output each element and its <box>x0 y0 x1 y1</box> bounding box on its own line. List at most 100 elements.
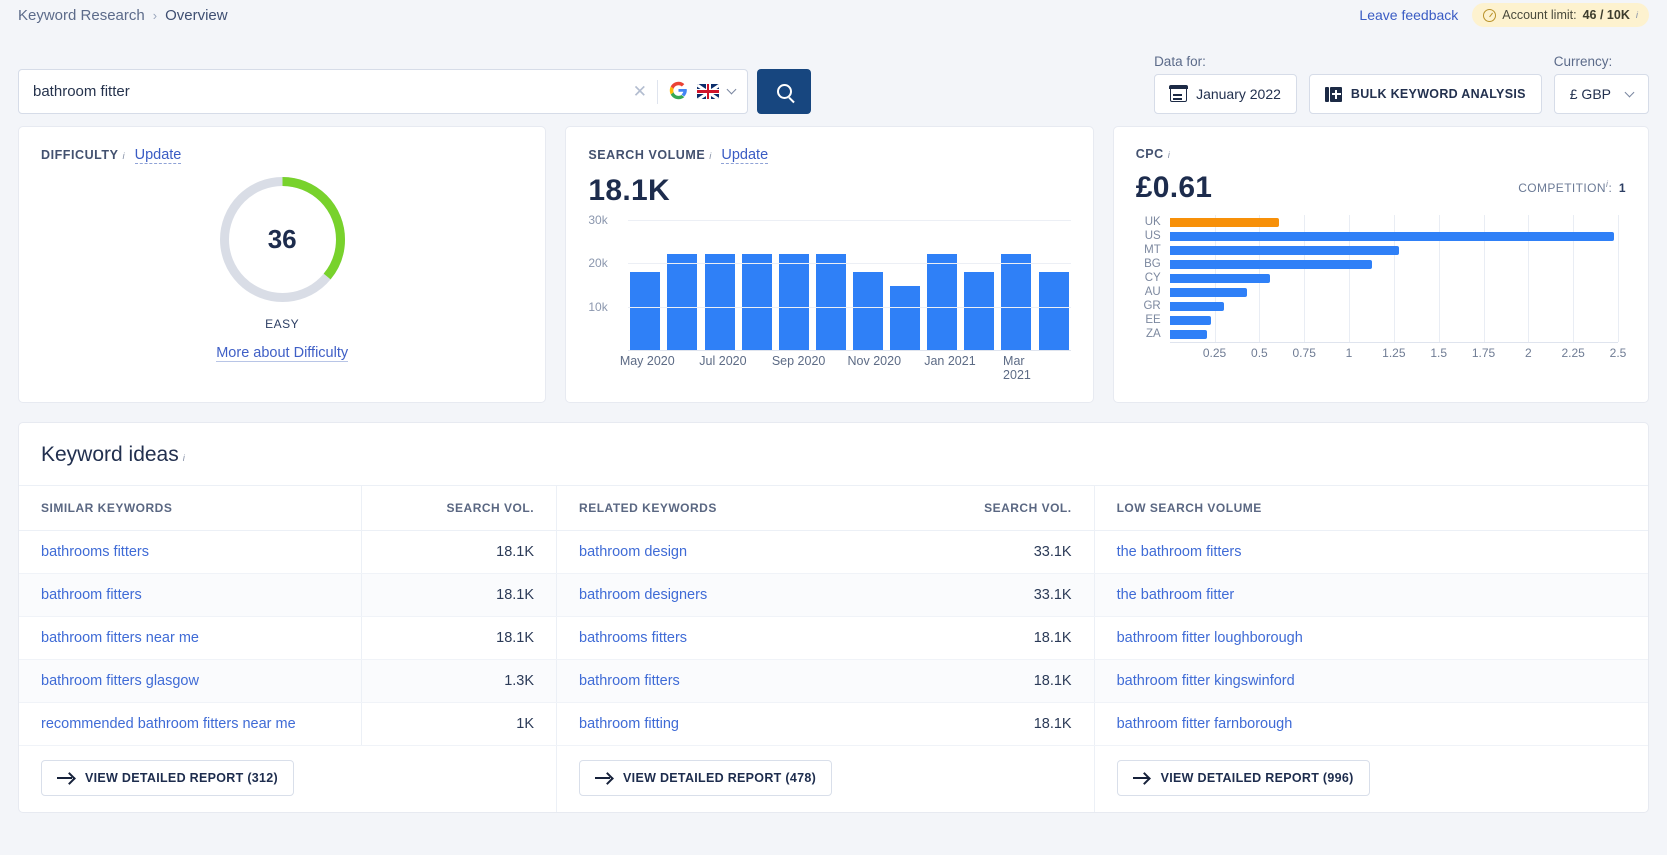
uk-flag-icon[interactable] <box>697 84 719 99</box>
currency-label: Currency: <box>1554 54 1649 69</box>
cpc-country-label: US <box>1136 230 1170 242</box>
info-icon[interactable]: i <box>183 453 185 464</box>
keyword-link-similar[interactable]: recommended bathroom fitters near me <box>41 716 296 732</box>
search-volume-cell-cell: 18.1K <box>899 703 1094 746</box>
currency-value: £ GBP <box>1570 86 1611 102</box>
bar[interactable] <box>630 272 660 350</box>
table-header: SIMILAR KEYWORDS SEARCH VOL. RELATED KEY… <box>19 486 1648 531</box>
cpc-bar-row[interactable]: BG <box>1136 257 1618 271</box>
date-value: January 2022 <box>1196 86 1281 102</box>
keyword-link-similar[interactable]: bathroom fitters <box>41 587 142 603</box>
bar[interactable] <box>816 254 846 350</box>
view-detailed-report-similar-button[interactable]: VIEW DETAILED REPORT (312) <box>41 760 294 796</box>
keyword-link-low[interactable]: bathroom fitter farnborough <box>1117 716 1293 732</box>
chevron-down-icon[interactable] <box>727 85 737 95</box>
info-icon[interactable]: i <box>122 151 124 162</box>
difficulty-title: DIFFICULTY <box>41 148 118 162</box>
col-similar-keywords: SIMILAR KEYWORDS <box>19 486 361 531</box>
cpc-bar-track <box>1170 271 1618 285</box>
bar[interactable] <box>890 286 920 350</box>
info-icon[interactable]: i <box>1168 150 1170 161</box>
keyword-link-low[interactable]: the bathroom fitter <box>1117 587 1235 603</box>
cpc-bar-row[interactable]: EE <box>1136 313 1618 327</box>
x-tick-label: 2.25 <box>1561 346 1584 360</box>
bar[interactable] <box>1039 272 1069 350</box>
search-button[interactable] <box>757 69 811 114</box>
currency-group: Currency: £ GBP <box>1554 54 1649 114</box>
search-volume-plot: 10k20k30k <box>628 220 1070 350</box>
keyword-link-related[interactable]: bathroom design <box>579 544 687 560</box>
bar[interactable] <box>1001 254 1031 350</box>
x-tick-label: Sep 2020 <box>772 354 826 368</box>
x-tick-label: 0.25 <box>1203 346 1226 360</box>
cpc-bar-row[interactable]: AU <box>1136 285 1618 299</box>
bar[interactable] <box>742 254 772 350</box>
difficulty-update-link[interactable]: Update <box>135 147 182 164</box>
cpc-bar-row[interactable]: ZA <box>1136 327 1618 341</box>
search-volume-bars <box>628 220 1070 350</box>
data-for-group: Data for: January 2022 BULK KEYWORD ANAL… <box>1154 54 1542 114</box>
toolbar-right: Data for: January 2022 BULK KEYWORD ANAL… <box>1154 54 1649 114</box>
keyword-ideas-header: Keyword ideas i <box>19 423 1648 485</box>
bar[interactable] <box>667 254 697 350</box>
col-related-keywords: RELATED KEYWORDS <box>557 486 899 531</box>
clear-icon[interactable]: ✕ <box>623 82 657 102</box>
info-icon[interactable]: i <box>709 151 711 162</box>
bar[interactable] <box>927 254 957 350</box>
account-limit-badge[interactable]: Account limit: 46 / 10K i <box>1472 3 1649 27</box>
search-row: ✕ Dat <box>0 30 1667 114</box>
info-icon[interactable]: i <box>1636 10 1638 21</box>
view-detailed-report-low-button[interactable]: VIEW DETAILED REPORT (996) <box>1117 760 1370 796</box>
cpc-bar-row[interactable]: UK <box>1136 215 1618 229</box>
footer-cell-similar: VIEW DETAILED REPORT (312) <box>19 746 557 813</box>
col-low-search-volume: LOW SEARCH VOLUME <box>1094 486 1648 531</box>
x-tick-label: 1 <box>1346 346 1353 360</box>
col-similar-volume: SEARCH VOL. <box>361 486 556 531</box>
view-detailed-report-related-button[interactable]: VIEW DETAILED REPORT (478) <box>579 760 832 796</box>
cpc-bar-row[interactable]: US <box>1136 229 1618 243</box>
bar[interactable] <box>964 272 994 350</box>
breadcrumb-root[interactable]: Keyword Research <box>18 7 145 24</box>
keyword-link-similar[interactable]: bathroom fitters near me <box>41 630 199 646</box>
cpc-bar-track <box>1170 243 1618 257</box>
keyword-link-related[interactable]: bathroom designers <box>579 587 707 603</box>
bar[interactable] <box>853 272 883 350</box>
keyword-link-related[interactable]: bathroom fitting <box>579 716 679 732</box>
difficulty-header: DIFFICULTY i Update <box>41 147 523 164</box>
keyword-link-related[interactable]: bathroom fitters <box>579 673 680 689</box>
cpc-bar-row[interactable]: GR <box>1136 299 1618 313</box>
bar[interactable] <box>705 254 735 350</box>
google-icon[interactable] <box>669 81 688 103</box>
search-box[interactable]: ✕ <box>18 69 748 114</box>
currency-select[interactable]: £ GBP <box>1554 74 1649 114</box>
keyword-link-related[interactable]: bathrooms fitters <box>579 630 687 646</box>
search-volume-cell-cell: 1K <box>361 703 556 746</box>
competition-readout: COMPETITIONi: 1 <box>1518 179 1626 195</box>
cpc-bar-track <box>1170 299 1618 313</box>
search-input[interactable] <box>33 83 623 100</box>
keyword-link-low[interactable]: bathroom fitter kingswinford <box>1117 673 1295 689</box>
bulk-keyword-analysis-button[interactable]: BULK KEYWORD ANALYSIS <box>1309 74 1542 114</box>
calendar-icon <box>1170 86 1187 102</box>
keyword-link-low[interactable]: the bathroom fitters <box>1117 544 1242 560</box>
search-controls: ✕ <box>18 69 811 114</box>
cpc-xaxis: 0.250.50.7511.251.51.7522.252.5 <box>1170 346 1618 362</box>
keyword-ideas-title: Keyword ideas <box>41 443 179 467</box>
keyword-link-similar-cell: bathroom fitters glasgow <box>19 660 361 703</box>
breadcrumb: Keyword Research › Overview <box>18 7 228 24</box>
date-picker-button[interactable]: January 2022 <box>1154 74 1297 114</box>
leave-feedback-link[interactable]: Leave feedback <box>1359 7 1458 23</box>
more-about-difficulty-link[interactable]: More about Difficulty <box>216 345 348 362</box>
arrow-right-icon <box>57 773 74 784</box>
keyword-link-low[interactable]: bathroom fitter loughborough <box>1117 630 1303 646</box>
difficulty-caption: EASY <box>265 317 299 331</box>
cpc-bar-row[interactable]: MT <box>1136 243 1618 257</box>
cpc-country-label: GR <box>1136 300 1170 312</box>
cpc-header: CPC i <box>1136 147 1626 161</box>
bar[interactable] <box>779 254 809 350</box>
search-volume-update-link[interactable]: Update <box>721 147 768 164</box>
keyword-link-similar[interactable]: bathroom fitters glasgow <box>41 673 199 689</box>
keyword-link-similar[interactable]: bathrooms fitters <box>41 544 149 560</box>
info-icon[interactable]: i <box>1606 179 1609 190</box>
cpc-bar-row[interactable]: CY <box>1136 271 1618 285</box>
